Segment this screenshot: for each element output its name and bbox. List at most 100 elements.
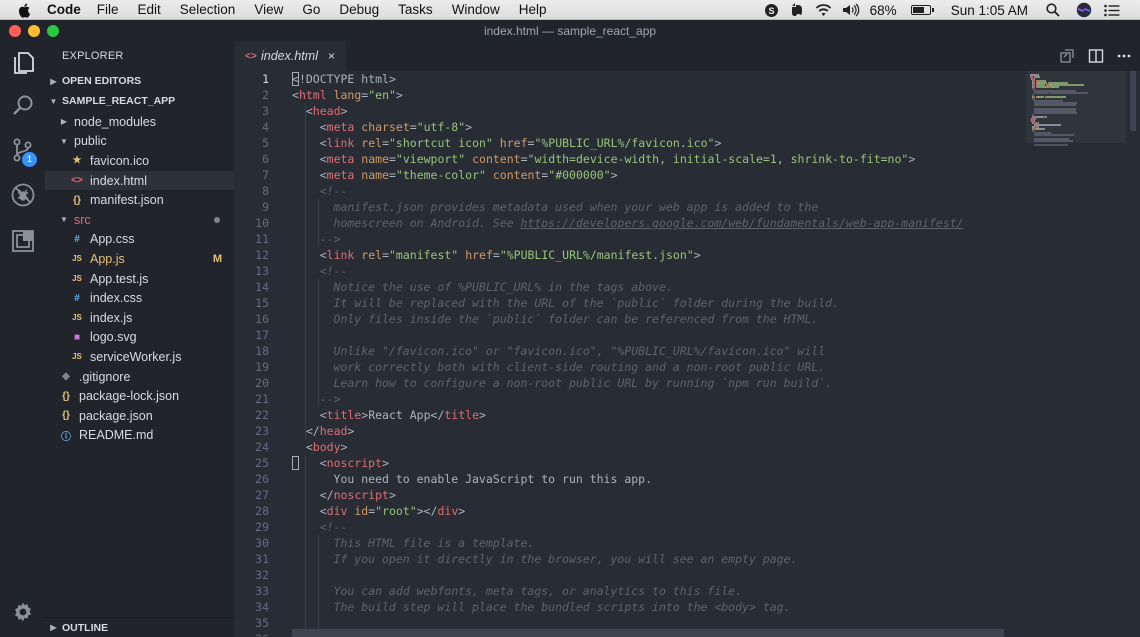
skype-icon[interactable]: S xyxy=(764,3,779,18)
wifi-icon[interactable] xyxy=(815,3,832,17)
code-line[interactable]: work correctly both with client-side rou… xyxy=(292,359,826,375)
code-line[interactable]: If you open it directly in the browser, … xyxy=(292,551,798,567)
menu-file[interactable]: File xyxy=(97,2,119,17)
outline-section[interactable]: ▶ OUTLINE xyxy=(45,617,234,637)
siri-icon[interactable] xyxy=(1076,2,1092,18)
tree-file-serviceworker-js[interactable]: JS serviceWorker.js xyxy=(45,347,234,367)
tree-file-app-css[interactable]: # App.css xyxy=(45,230,234,250)
tree-item-label: public xyxy=(74,134,107,149)
tree-file-index-js[interactable]: JS index.js xyxy=(45,308,234,328)
code-line[interactable]: It will be replaced with the URL of the … xyxy=(292,295,839,311)
spotlight-search-icon[interactable] xyxy=(1046,3,1060,17)
tree-file-app-test-js[interactable]: JS App.test.js xyxy=(45,269,234,289)
tree-file-favicon-ico[interactable]: ★ favicon.ico xyxy=(45,151,234,171)
tree-folder-public[interactable]: ▼ public xyxy=(45,132,234,152)
zoom-window-button[interactable] xyxy=(47,25,59,37)
tree-file-index-css[interactable]: # index.css xyxy=(45,288,234,308)
close-icon[interactable]: × xyxy=(328,49,335,63)
minimap-viewport-slider[interactable] xyxy=(1026,71,1126,143)
more-actions-icon[interactable] xyxy=(1116,48,1132,64)
code-line[interactable]: <link rel="manifest" href="%PUBLIC_URL%/… xyxy=(292,247,701,263)
tree-file-app-js[interactable]: JS App.js M xyxy=(45,249,234,269)
close-window-button[interactable] xyxy=(9,25,21,37)
tree-file-index-html[interactable]: <> index.html xyxy=(45,170,234,191)
code-line[interactable]: <!DOCTYPE html> xyxy=(292,71,396,87)
tree-file-package-json[interactable]: {} package.json xyxy=(45,406,234,426)
menu-selection[interactable]: Selection xyxy=(180,2,236,17)
code-editor[interactable]: 1 2 3 4 5 6 7 8 9 10 11 12 13 14 15 16 17 18 19 20 21 22 23 24 2… xyxy=(234,71,1140,637)
code-line[interactable]: Only files inside the `public` folder ca… xyxy=(292,311,819,327)
settings-gear-icon[interactable] xyxy=(12,601,34,623)
code-line[interactable]: Unlike "/favicon.ico" or "favicon.ico", … xyxy=(292,343,826,359)
code-line[interactable]: Learn how to configure a non-root public… xyxy=(292,375,833,391)
code-line[interactable]: <body> xyxy=(292,439,348,455)
code-line[interactable]: </noscript> xyxy=(292,487,396,503)
split-editor-icon[interactable] xyxy=(1088,48,1104,64)
code-line[interactable]: <meta name="theme-color" content="#00000… xyxy=(292,167,618,183)
code-line[interactable]: <head> xyxy=(292,103,348,119)
code-line[interactable]: <!-- xyxy=(292,183,348,199)
code-line[interactable]: --> xyxy=(292,391,341,407)
tree-file-gitignore[interactable]: ◆ .gitignore xyxy=(45,367,234,387)
open-changes-icon[interactable] xyxy=(1059,48,1075,64)
menu-view[interactable]: View xyxy=(254,2,283,17)
minimap[interactable] xyxy=(1026,71,1126,637)
scrollbar-thumb[interactable] xyxy=(1130,71,1136,131)
extensions-icon[interactable] xyxy=(10,228,36,254)
editor-tab-bar: <> index.html × xyxy=(234,41,1140,71)
code-line[interactable]: <!-- xyxy=(292,263,348,279)
vertical-scrollbar[interactable] xyxy=(1130,71,1136,637)
notification-center-icon[interactable] xyxy=(1104,4,1120,17)
code-line[interactable]: manifest.json provides metadata used whe… xyxy=(292,199,819,215)
menu-window[interactable]: Window xyxy=(452,2,500,17)
tree-file-readme-md[interactable]: ⓘ README.md xyxy=(45,426,234,446)
code-line[interactable]: This HTML file is a template. xyxy=(292,535,535,551)
code-line[interactable]: Notice the use of %PUBLIC_URL% in the ta… xyxy=(292,279,673,295)
search-icon[interactable] xyxy=(10,93,36,119)
code-line[interactable]: <html lang="en"> xyxy=(292,87,403,103)
chevron-right-icon: ▶ xyxy=(50,76,57,86)
code-line[interactable]: </head> xyxy=(292,423,355,439)
code-line[interactable]: homescreen on Android. See https://devel… xyxy=(292,215,964,231)
battery-icon[interactable] xyxy=(907,5,934,15)
code-line[interactable]: The build step will place the bundled sc… xyxy=(292,599,791,615)
clock[interactable]: Sun 1:05 AM xyxy=(951,3,1028,18)
project-section[interactable]: ▼ SAMPLE_REACT_APP xyxy=(45,91,234,111)
menu-edit[interactable]: Edit xyxy=(138,2,161,17)
debug-icon[interactable] xyxy=(10,182,36,208)
code-line[interactable]: <!-- xyxy=(292,519,348,535)
menu-help[interactable]: Help xyxy=(519,2,547,17)
menu-go[interactable]: Go xyxy=(302,2,320,17)
code-token: <!-- xyxy=(319,520,348,534)
tree-file-package-lock-json[interactable]: {} package-lock.json xyxy=(45,386,234,406)
app-name-menu[interactable]: Code xyxy=(47,2,81,17)
code-line[interactable]: --> xyxy=(292,231,341,247)
code-line[interactable]: <title>React App</title> xyxy=(292,407,486,423)
horizontal-scrollbar[interactable] xyxy=(292,629,1004,637)
tree-folder-node-modules[interactable]: ▶ node_modules xyxy=(45,112,234,132)
code-line[interactable]: <meta name="viewport" content="width=dev… xyxy=(292,151,916,167)
code-line[interactable]: <div id="root"></div> xyxy=(292,503,466,519)
tree-file-logo-svg[interactable]: ■ logo.svg xyxy=(45,328,234,348)
evernote-icon[interactable] xyxy=(789,2,805,18)
menu-tasks[interactable]: Tasks xyxy=(398,2,433,17)
minimize-window-button[interactable] xyxy=(28,25,40,37)
tree-file-manifest-json[interactable]: {} manifest.json xyxy=(45,190,234,210)
chevron-right-icon[interactable]: ▶ xyxy=(58,117,70,126)
code-line[interactable]: <meta charset="utf-8"> xyxy=(292,119,472,135)
code-token: Only files inside the `public` folder ca… xyxy=(292,312,819,326)
menu-debug[interactable]: Debug xyxy=(339,2,379,17)
code-line[interactable]: You need to enable JavaScript to run thi… xyxy=(292,471,653,487)
open-editors-section[interactable]: ▶ OPEN EDITORS xyxy=(45,71,234,91)
tab-index-html[interactable]: <> index.html × xyxy=(234,41,346,71)
code-lines[interactable]: <!DOCTYPE html> <html lang="en"> <head> <… xyxy=(292,71,1027,637)
apple-menu-icon[interactable] xyxy=(17,2,33,18)
code-line[interactable]: <noscript> xyxy=(292,455,389,471)
chevron-down-icon[interactable]: ▼ xyxy=(58,137,70,146)
chevron-down-icon[interactable]: ▼ xyxy=(58,215,70,224)
volume-icon[interactable] xyxy=(842,3,860,17)
tree-folder-src[interactable]: ▼ src xyxy=(45,210,234,230)
code-line[interactable]: You can add webfonts, meta tags, or anal… xyxy=(292,583,743,599)
code-line[interactable]: <link rel="shortcut icon" href="%PUBLIC_… xyxy=(292,135,722,151)
files-icon[interactable] xyxy=(10,50,36,76)
